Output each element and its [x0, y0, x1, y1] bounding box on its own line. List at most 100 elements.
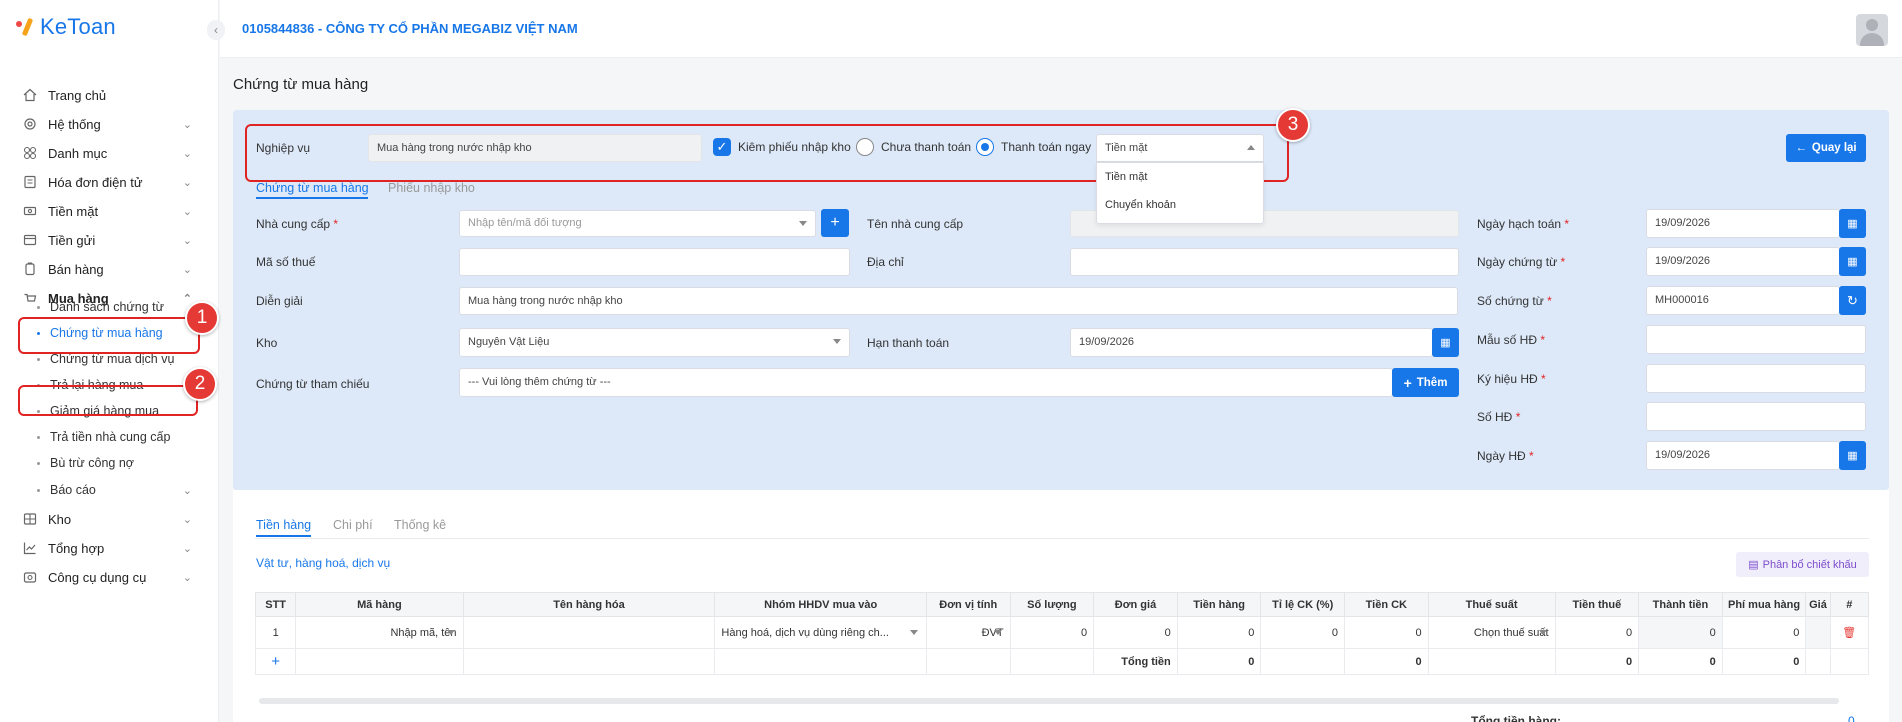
app-logo[interactable]: KeToan [14, 14, 116, 40]
so-hd-input[interactable] [1646, 402, 1866, 431]
tab-phieu-nhap-kho[interactable]: Phiếu nhập kho [388, 181, 475, 195]
sub-item-danh-sach-chung-tu[interactable]: Danh sách chứng từ [37, 296, 197, 318]
add-supplier-button[interactable]: + [821, 209, 849, 237]
sidebar-item-trang-chu[interactable]: Trang chủ [22, 82, 192, 108]
sidebar-item-kho[interactable]: Kho ⌄ [22, 506, 192, 532]
col-stt: STT [254, 592, 297, 617]
table-row: 1 Nhập mã, tên Hàng hoá, dịch vụ dùng ri… [254, 616, 1870, 649]
calculator-icon: ▤ [1748, 559, 1759, 571]
plus-icon: + [830, 214, 840, 231]
kho-select[interactable]: Nguyên Vật Liệu [459, 328, 850, 357]
add-row-button[interactable]: + [254, 648, 297, 675]
dia-chi-input[interactable] [1070, 248, 1459, 276]
back-button[interactable]: ← Quay lại [1786, 134, 1866, 162]
dropdown-option-tien-mat[interactable]: Tiền mặt [1097, 163, 1263, 191]
tab-tien-hang[interactable]: Tiền hàng [256, 518, 311, 532]
tien-thue-input[interactable]: 0 [1554, 616, 1640, 649]
table-header-row: STT Mã hàng Tên hàng hóa Nhóm HHDV mua v… [254, 592, 1870, 617]
invoice-icon [22, 174, 38, 190]
chevron-down-icon: ⌄ [182, 571, 192, 584]
logo-mark-icon [14, 16, 36, 38]
dien-giai-input[interactable]: Mua hàng trong nước nhập kho [459, 287, 1458, 315]
ky-hieu-hd-label: Ký hiệu HĐ * [1477, 372, 1546, 386]
sub-item-tra-tien-ncc[interactable]: Trả tiền nhà cung cấp [37, 426, 197, 448]
chevron-down-icon: ⌄ [182, 147, 192, 160]
horizontal-scrollbar[interactable] [259, 698, 1839, 704]
tab-divider [255, 538, 1869, 539]
nhom-hhdv-select[interactable]: Hàng hoá, dịch vụ dùng riêng ch... [714, 616, 927, 649]
ngay-hd-input[interactable]: 19/09/2026 [1646, 441, 1840, 470]
sidebar-item-he-thong[interactable]: Hệ thống ⌄ [22, 111, 192, 137]
sidebar-item-hoa-don[interactable]: Hóa đơn điện tử ⌄ [22, 169, 192, 195]
don-vi-tinh-select[interactable]: ĐVT [925, 616, 1011, 649]
sidebar-item-tien-gui[interactable]: Tiền gửi ⌄ [22, 227, 192, 253]
sidebar-item-tong-hop[interactable]: Tổng hợp ⌄ [22, 535, 192, 561]
tab-thong-ke[interactable]: Thống kê [394, 518, 446, 532]
cash-icon [22, 203, 38, 219]
mau-so-hd-input[interactable] [1646, 325, 1866, 354]
dropdown-option-chuyen-khoan[interactable]: Chuyển khoản [1097, 191, 1263, 219]
don-gia-input[interactable]: 0 [1093, 616, 1178, 649]
refresh-icon[interactable]: ↻ [1839, 286, 1866, 315]
collapse-sidebar-button[interactable]: ‹ [207, 20, 225, 40]
calendar-icon[interactable]: ▦ [1839, 209, 1866, 238]
sidebar-item-tien-mat[interactable]: Tiền mặt ⌄ [22, 198, 192, 224]
ti-le-ck-input[interactable]: 0 [1260, 616, 1345, 649]
sidebar-item-label: Hệ thống [48, 116, 101, 132]
chung-tu-tham-chieu-input[interactable]: --- Vui lòng thêm chứng từ --- [459, 368, 1393, 397]
so-chung-tu-input[interactable]: MH000016 [1646, 286, 1840, 315]
tab-active-indicator [256, 197, 368, 199]
sidebar-item-danh-muc[interactable]: Danh mục ⌄ [22, 140, 192, 166]
col-tien-ck: Tiền CK [1344, 592, 1429, 617]
tien-ck-input[interactable]: 0 [1344, 616, 1429, 649]
plus-icon: + [1403, 374, 1412, 391]
sidebar-item-ban-hang[interactable]: Bán hàng ⌄ [22, 256, 192, 282]
ky-hieu-hd-input[interactable] [1646, 364, 1866, 393]
col-tien-hang: Tiền hàng [1176, 592, 1262, 617]
ten-hang-hoa-input[interactable] [462, 616, 716, 649]
calendar-icon[interactable]: ▦ [1839, 441, 1866, 470]
ma-hang-select[interactable]: Nhập mã, tên [295, 616, 464, 649]
calendar-icon[interactable]: ▦ [1432, 328, 1459, 357]
ngay-hach-toan-label: Ngày hạch toán * [1477, 217, 1570, 231]
company-name[interactable]: 0105844836 - CÔNG TY CỔ PHẦN MEGABIZ VIỆ… [242, 21, 578, 36]
calendar-icon[interactable]: ▦ [1839, 247, 1866, 276]
sub-item-bao-cao[interactable]: Báo cáo ⌄ [37, 479, 192, 501]
ma-so-thue-input[interactable] [459, 248, 850, 276]
phi-mua-hang-input[interactable]: 0 [1721, 616, 1807, 649]
han-thanh-toan-input[interactable]: 19/09/2026 [1070, 328, 1433, 357]
dia-chi-label: Địa chỉ [867, 255, 904, 269]
thue-suat-select[interactable]: Chọn thuế suất [1427, 616, 1556, 649]
so-luong-input[interactable]: 0 [1009, 616, 1095, 649]
gia-cell [1805, 616, 1831, 649]
phan-bo-chiet-khau-button[interactable]: ▤ Phân bổ chiết khấu [1736, 552, 1869, 577]
grid-icon [22, 145, 38, 161]
total-phi-mua: 0 [1721, 648, 1807, 675]
trash-icon[interactable]: 🗑 [1829, 616, 1870, 649]
tab-chung-tu-mua-hang[interactable]: Chứng từ mua hàng [256, 181, 369, 195]
col-actions: # [1829, 592, 1870, 617]
sidebar-item-label: Trang chủ [48, 87, 107, 103]
tab-active-indicator [256, 535, 311, 537]
highlight-box-mua-hang [18, 317, 200, 354]
col-tien-thue: Tiền thuế [1554, 592, 1640, 617]
tien-hang-input[interactable]: 0 [1176, 616, 1262, 649]
tab-chi-phi[interactable]: Chi phí [333, 518, 373, 532]
avatar[interactable] [1856, 14, 1888, 46]
total-thanh-tien: 0 [1638, 648, 1723, 675]
section-title: Vật tư, hàng hoá, dịch vụ [256, 556, 391, 570]
sidebar-item-label: Tiền mặt [48, 203, 99, 219]
payment-method-dropdown: Tiền mặt Chuyển khoản [1096, 162, 1264, 224]
chevron-down-icon: ⌄ [182, 263, 192, 276]
ngay-chung-tu-input[interactable]: 19/09/2026 [1646, 247, 1840, 276]
col-ti-le-ck: Tỉ lệ CK (%) [1260, 592, 1345, 617]
top-bar: 0105844836 - CÔNG TY CỔ PHẦN MEGABIZ VIỆ… [220, 0, 1902, 58]
ngay-hach-toan-input[interactable]: 19/09/2026 [1646, 209, 1840, 238]
chevron-down-icon: ⌄ [182, 176, 192, 189]
them-chung-tu-button[interactable]: + Thêm [1392, 368, 1459, 397]
sidebar-item-cong-cu[interactable]: Công cụ dụng cụ ⌄ [22, 564, 192, 590]
sub-item-bu-tru-cong-no[interactable]: Bù trừ công nợ [37, 452, 197, 474]
col-nhom-hhdv: Nhóm HHDV mua vào [714, 592, 927, 617]
highlight-box-chung-tu-mua-hang [18, 385, 198, 416]
nha-cung-cap-input[interactable]: Nhập tên/mã đối tượng [459, 210, 816, 237]
